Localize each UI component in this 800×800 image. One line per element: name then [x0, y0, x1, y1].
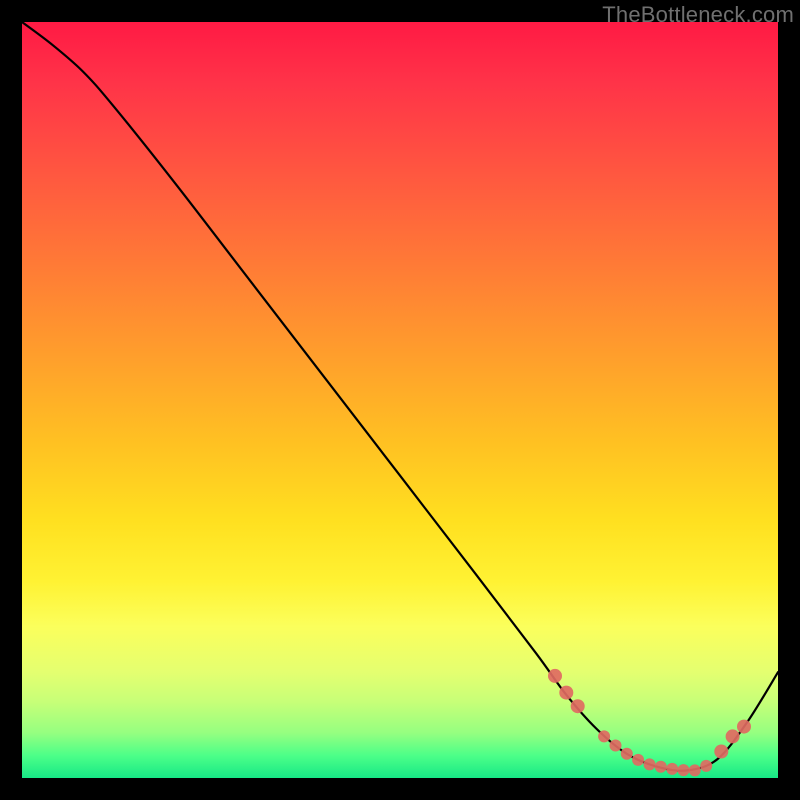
highlight-dot [632, 754, 644, 766]
highlight-dot [678, 764, 690, 776]
highlight-dot [559, 686, 573, 700]
highlight-dot [621, 748, 633, 760]
highlight-dot [666, 763, 678, 775]
highlight-dot [737, 720, 751, 734]
chart-stage: TheBottleneck.com [0, 0, 800, 800]
highlight-dots-group [548, 669, 751, 777]
highlight-dot [714, 745, 728, 759]
highlight-dot [548, 669, 562, 683]
highlight-dot [610, 740, 622, 752]
highlight-dot [644, 758, 656, 770]
plot-area [22, 22, 778, 778]
highlight-dot [598, 730, 610, 742]
chart-svg [22, 22, 778, 778]
highlight-dot [689, 764, 701, 776]
highlight-dot [726, 729, 740, 743]
highlight-dot [571, 699, 585, 713]
highlight-dot [700, 760, 712, 772]
bottleneck-curve [22, 22, 778, 771]
highlight-dot [655, 761, 667, 773]
